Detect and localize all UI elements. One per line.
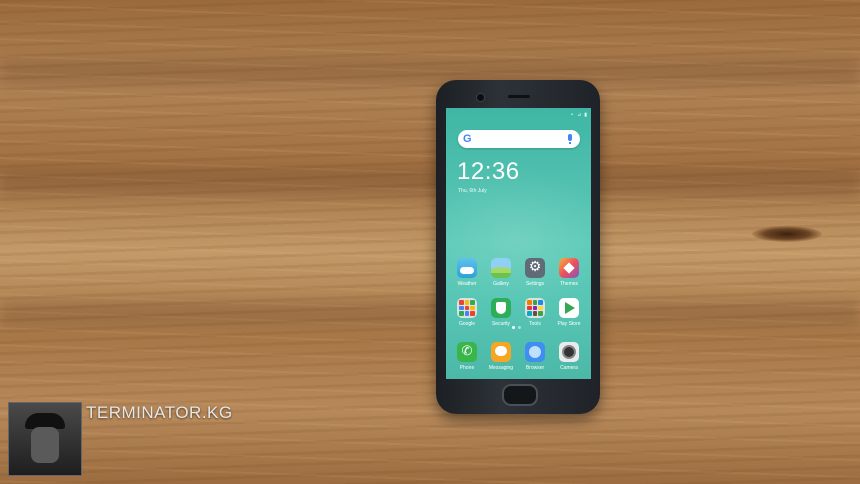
app-label: Settings: [525, 281, 545, 287]
battery-icon: ▮: [584, 112, 587, 118]
google-search-bar[interactable]: G: [458, 130, 580, 148]
dock-messaging[interactable]: Messaging: [485, 342, 517, 371]
watermark-text: TERMINATOR.KG: [86, 403, 233, 422]
wifi-icon: ⚬: [569, 112, 575, 118]
wood-grain-band: [0, 300, 860, 326]
app-label: Gallery: [493, 281, 509, 287]
play-store-icon: [559, 298, 579, 318]
security-icon: [491, 298, 511, 318]
app-gallery[interactable]: Gallery: [485, 258, 517, 287]
app-label: Google: [458, 321, 476, 327]
weather-icon: [457, 258, 477, 278]
home-button[interactable]: [502, 384, 538, 406]
dock-browser[interactable]: Browser: [519, 342, 551, 371]
tools-folder-icon: [525, 298, 545, 318]
browser-icon: [525, 342, 545, 362]
clock-widget[interactable]: 12:36: [457, 158, 520, 186]
app-label: Play Store: [557, 321, 581, 327]
microphone-icon[interactable]: [568, 134, 572, 144]
app-themes[interactable]: Themes: [553, 258, 585, 287]
status-bar: ⚬ ⊿ ▮: [570, 111, 587, 119]
app-label: Messaging: [488, 365, 514, 371]
messaging-icon: [491, 342, 511, 362]
google-folder-icon: [457, 298, 477, 318]
wood-grain-band: [0, 170, 860, 196]
settings-icon: [525, 258, 545, 278]
app-label: Weather: [457, 281, 477, 287]
app-security[interactable]: Security: [485, 298, 517, 327]
phone-icon: [457, 342, 477, 362]
signal-icon: ⊿: [577, 112, 582, 118]
app-label: Phone: [459, 365, 475, 371]
earpiece-speaker: [508, 95, 530, 98]
page-indicator[interactable]: [512, 326, 521, 329]
app-label: Tools: [529, 321, 541, 327]
google-logo-icon: G: [463, 133, 472, 145]
themes-icon: [559, 258, 579, 278]
page-dot-active[interactable]: [512, 326, 515, 329]
app-label: Browser: [525, 365, 545, 371]
dock-phone[interactable]: Phone: [451, 342, 483, 371]
page-dot[interactable]: [518, 326, 521, 329]
app-weather[interactable]: Weather: [451, 258, 483, 287]
home-screen: ⚬ ⊿ ▮ G 12:36 Thu, 6th July Weather Gall…: [446, 108, 591, 379]
watermark-logo: [8, 402, 82, 476]
gallery-icon: [491, 258, 511, 278]
app-play-store[interactable]: Play Store: [553, 298, 585, 327]
wood-grain-band: [0, 60, 860, 86]
app-tools-folder[interactable]: Tools: [519, 298, 551, 327]
smartphone: ⚬ ⊿ ▮ G 12:36 Thu, 6th July Weather Gall…: [436, 80, 600, 414]
face-shape: [31, 427, 59, 463]
wood-knot: [752, 226, 822, 242]
date-label: Thu, 6th July: [458, 188, 487, 194]
app-label: Camera: [560, 365, 578, 371]
app-settings[interactable]: Settings: [519, 258, 551, 287]
app-google-folder[interactable]: Google: [451, 298, 483, 327]
camera-icon: [559, 342, 579, 362]
dock-camera[interactable]: Camera: [553, 342, 585, 371]
app-label: Themes: [559, 281, 579, 287]
front-camera: [476, 93, 485, 102]
